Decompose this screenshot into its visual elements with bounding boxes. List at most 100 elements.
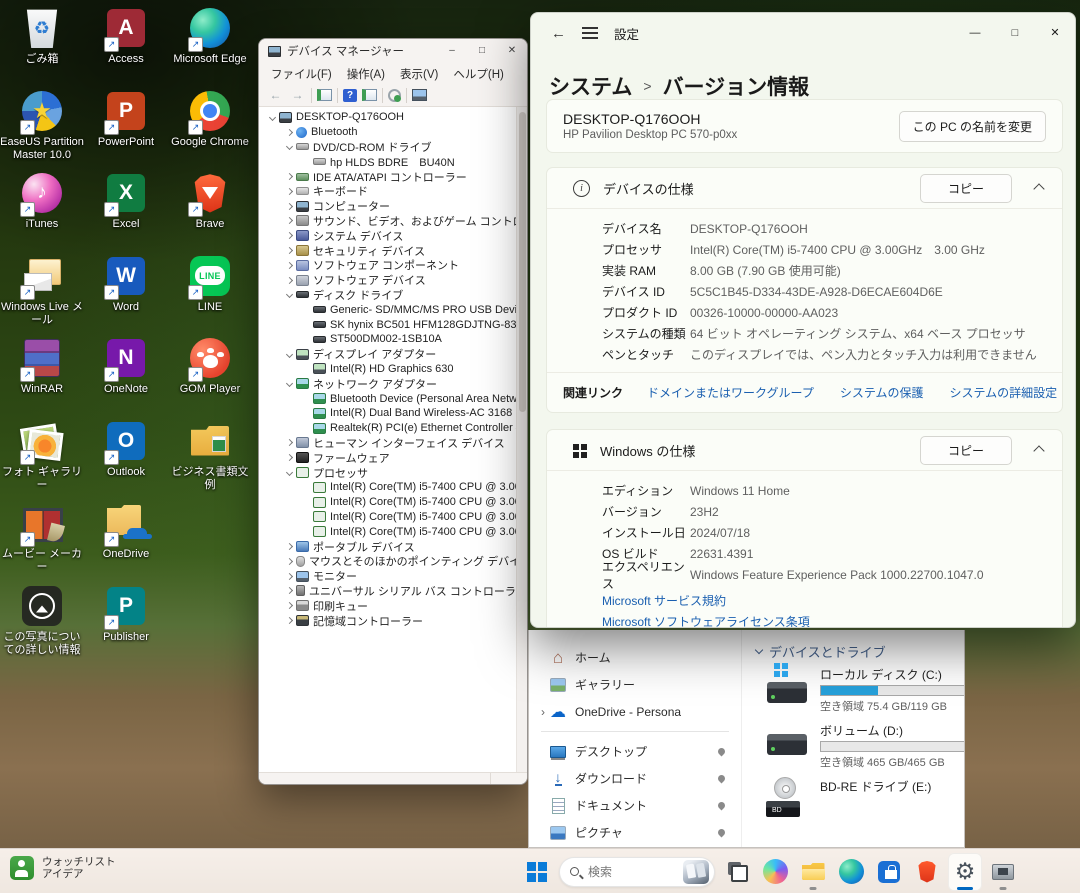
tree-item[interactable]: ディスプレイ アダプター — [259, 347, 527, 362]
tree-item[interactable]: Intel(R) Core(TM) i5-7400 CPU @ 3.00GHz — [259, 510, 527, 525]
desktop-icon-recycle-bin[interactable]: ごみ箱 — [0, 6, 84, 66]
drive-item[interactable]: BDBD-RE ドライブ (E:) — [766, 777, 964, 817]
desktop-icon-folder[interactable]: ビジネス書類文例 — [168, 419, 252, 492]
sidebar-item-home[interactable]: ホーム — [529, 644, 741, 671]
expand-chevron[interactable] — [282, 292, 296, 297]
taskbar-icon-device-manager[interactable] — [986, 853, 1020, 891]
desktop-icon-onedrive[interactable]: OneDrive — [84, 501, 168, 561]
tree-item[interactable]: システム デバイス — [259, 228, 527, 243]
drive-item[interactable]: ローカル ディスク (C:)空き領域 75.4 GB/119 GB — [766, 665, 964, 714]
expand-chevron[interactable] — [282, 233, 296, 238]
settings-titlebar[interactable]: ← 設定 — □ ✕ — [531, 13, 1075, 53]
expand-chevron[interactable] — [282, 263, 296, 268]
minimize-button[interactable]: – — [437, 39, 467, 63]
tree-item[interactable]: マウスとそのほかのポインティング デバイス — [259, 554, 527, 569]
drive-item[interactable]: ボリューム (D:)空き領域 465 GB/465 GB — [766, 721, 964, 770]
expand-chevron[interactable] — [282, 278, 296, 283]
tree-item[interactable]: Realtek(R) PCI(e) Ethernet Controller #2 — [259, 421, 527, 436]
taskbar-icon-store[interactable] — [872, 853, 906, 891]
desktop-icon-easeus[interactable]: EaseUS Partition Master 10.0 — [0, 89, 84, 162]
desktop-icon-chrome[interactable]: Google Chrome — [168, 89, 252, 149]
tree-item[interactable]: DVD/CD-ROM ドライブ — [259, 140, 527, 155]
expand-chevron[interactable] — [282, 189, 296, 194]
minimize-button[interactable]: — — [955, 13, 995, 53]
sidebar-item-gallery[interactable]: ギャラリー — [529, 671, 741, 698]
desktop-icon-gom[interactable]: GOM Player — [168, 336, 252, 396]
taskbar-icon-file-explorer[interactable] — [796, 853, 830, 891]
desktop-icon-access[interactable]: Access — [84, 6, 168, 66]
tree-item[interactable]: DESKTOP-Q176OOH — [259, 110, 527, 125]
sidebar-item-documents[interactable]: ドキュメント — [529, 792, 741, 819]
desktop-icon-powerpoint[interactable]: PowerPoint — [84, 89, 168, 149]
tree-item[interactable]: Intel(R) Core(TM) i5-7400 CPU @ 3.00GHz — [259, 495, 527, 510]
maximize-button[interactable]: □ — [467, 39, 497, 63]
scrollbar-thumb[interactable] — [519, 112, 526, 412]
maximize-button[interactable]: □ — [995, 13, 1035, 53]
windows-spec-header[interactable]: Windows の仕様 コピー — [547, 430, 1062, 471]
tree-item[interactable]: キーボード — [259, 184, 527, 199]
expand-chevron[interactable] — [282, 618, 296, 623]
device-manager-titlebar[interactable]: デバイス マネージャー – □ ✕ — [259, 39, 527, 63]
desktop-icon-publisher[interactable]: Publisher — [84, 584, 168, 644]
tree-item[interactable]: ソフトウェア デバイス — [259, 273, 527, 288]
back-button[interactable]: ← — [551, 25, 566, 42]
desktop-icon-itunes[interactable]: iTunes — [0, 171, 84, 231]
taskbar-icon-brave[interactable] — [910, 853, 944, 891]
related-link[interactable]: システムの詳細設定 — [949, 384, 1057, 401]
device-spec-header[interactable]: i デバイスの仕様 コピー — [547, 168, 1062, 209]
properties-icon[interactable] — [317, 89, 332, 101]
tree-item[interactable]: 記憶域コントローラー — [259, 613, 527, 628]
expand-chevron[interactable] — [282, 544, 296, 549]
expand-chevron[interactable] — [282, 130, 296, 135]
desktop-icon-line[interactable]: LINE — [168, 254, 252, 314]
chevron-up-icon[interactable] — [1033, 183, 1044, 194]
scrollbar[interactable] — [516, 107, 527, 772]
expand-chevron[interactable] — [282, 559, 296, 564]
close-button[interactable]: ✕ — [497, 39, 527, 63]
copy-button[interactable]: コピー — [920, 174, 1012, 203]
tree-item[interactable]: SK hynix BC501 HFM128GDJTNG-8310A — [259, 317, 527, 332]
desktop-icon-word[interactable]: Word — [84, 254, 168, 314]
tree-item[interactable]: IDE ATA/ATAPI コントローラー — [259, 169, 527, 184]
sidebar-item-downloads[interactable]: ダウンロード — [529, 765, 741, 792]
tree-item[interactable]: プロセッサ — [259, 465, 527, 480]
breadcrumb-root[interactable]: システム — [549, 71, 632, 101]
tree-item[interactable]: Bluetooth Device (Personal Area Network)… — [259, 391, 527, 406]
desktop-icon-excel[interactable]: Excel — [84, 171, 168, 231]
desktop-icon-movie-maker[interactable]: ムービー メーカー — [0, 501, 84, 574]
tree-item[interactable]: サウンド、ビデオ、およびゲーム コントローラー — [259, 214, 527, 229]
tree-item[interactable]: 印刷キュー — [259, 598, 527, 613]
tree-item[interactable]: Intel(R) HD Graphics 630 — [259, 362, 527, 377]
license-link[interactable]: Microsoft ソフトウェアライセンス条項 — [602, 613, 810, 628]
expand-chevron[interactable] — [282, 218, 296, 223]
expand-chevron[interactable] — [265, 115, 279, 120]
tree-item[interactable]: ヒューマン インターフェイス デバイス — [259, 436, 527, 451]
menu-view[interactable]: 表示(V) — [400, 66, 438, 82]
chevron-up-icon[interactable] — [1033, 445, 1044, 456]
scan-icon[interactable] — [388, 89, 401, 102]
expand-chevron[interactable] — [282, 248, 296, 253]
sidebar-item-desktop-item[interactable]: デスクトップ — [529, 738, 741, 765]
tree-item[interactable]: ポータブル デバイス — [259, 539, 527, 554]
desktop-icon-photo-info[interactable]: この写真についての詳しい情報 — [0, 584, 84, 657]
menu-file[interactable]: ファイル(F) — [271, 66, 332, 82]
taskbar-icon-settings[interactable] — [948, 853, 982, 891]
tree-item[interactable]: ST500DM002-1SB10A — [259, 332, 527, 347]
tree-item[interactable]: モニター — [259, 569, 527, 584]
close-button[interactable]: ✕ — [1035, 13, 1075, 53]
expand-chevron[interactable] — [282, 588, 296, 593]
related-link[interactable]: システムの保護 — [840, 384, 924, 401]
sidebar-item-onedrive-cloud[interactable]: ›OneDrive - Persona — [529, 698, 741, 725]
remote-icon[interactable] — [412, 89, 427, 101]
expand-chevron[interactable] — [282, 144, 296, 149]
desktop-icon-brave[interactable]: Brave — [168, 171, 252, 231]
tree-item[interactable]: ファームウェア — [259, 450, 527, 465]
sidebar-item-pictures[interactable]: ピクチャ — [529, 819, 741, 846]
tree-item[interactable]: セキュリティ デバイス — [259, 243, 527, 258]
expand-chevron[interactable] — [282, 204, 296, 209]
expand-chevron[interactable] — [282, 440, 296, 445]
license-link[interactable]: Microsoft サービス規約 — [602, 592, 810, 609]
taskbar-icon-copilot[interactable] — [758, 853, 792, 891]
start-button[interactable] — [520, 853, 554, 891]
rename-pc-button[interactable]: この PC の名前を変更 — [899, 111, 1046, 142]
